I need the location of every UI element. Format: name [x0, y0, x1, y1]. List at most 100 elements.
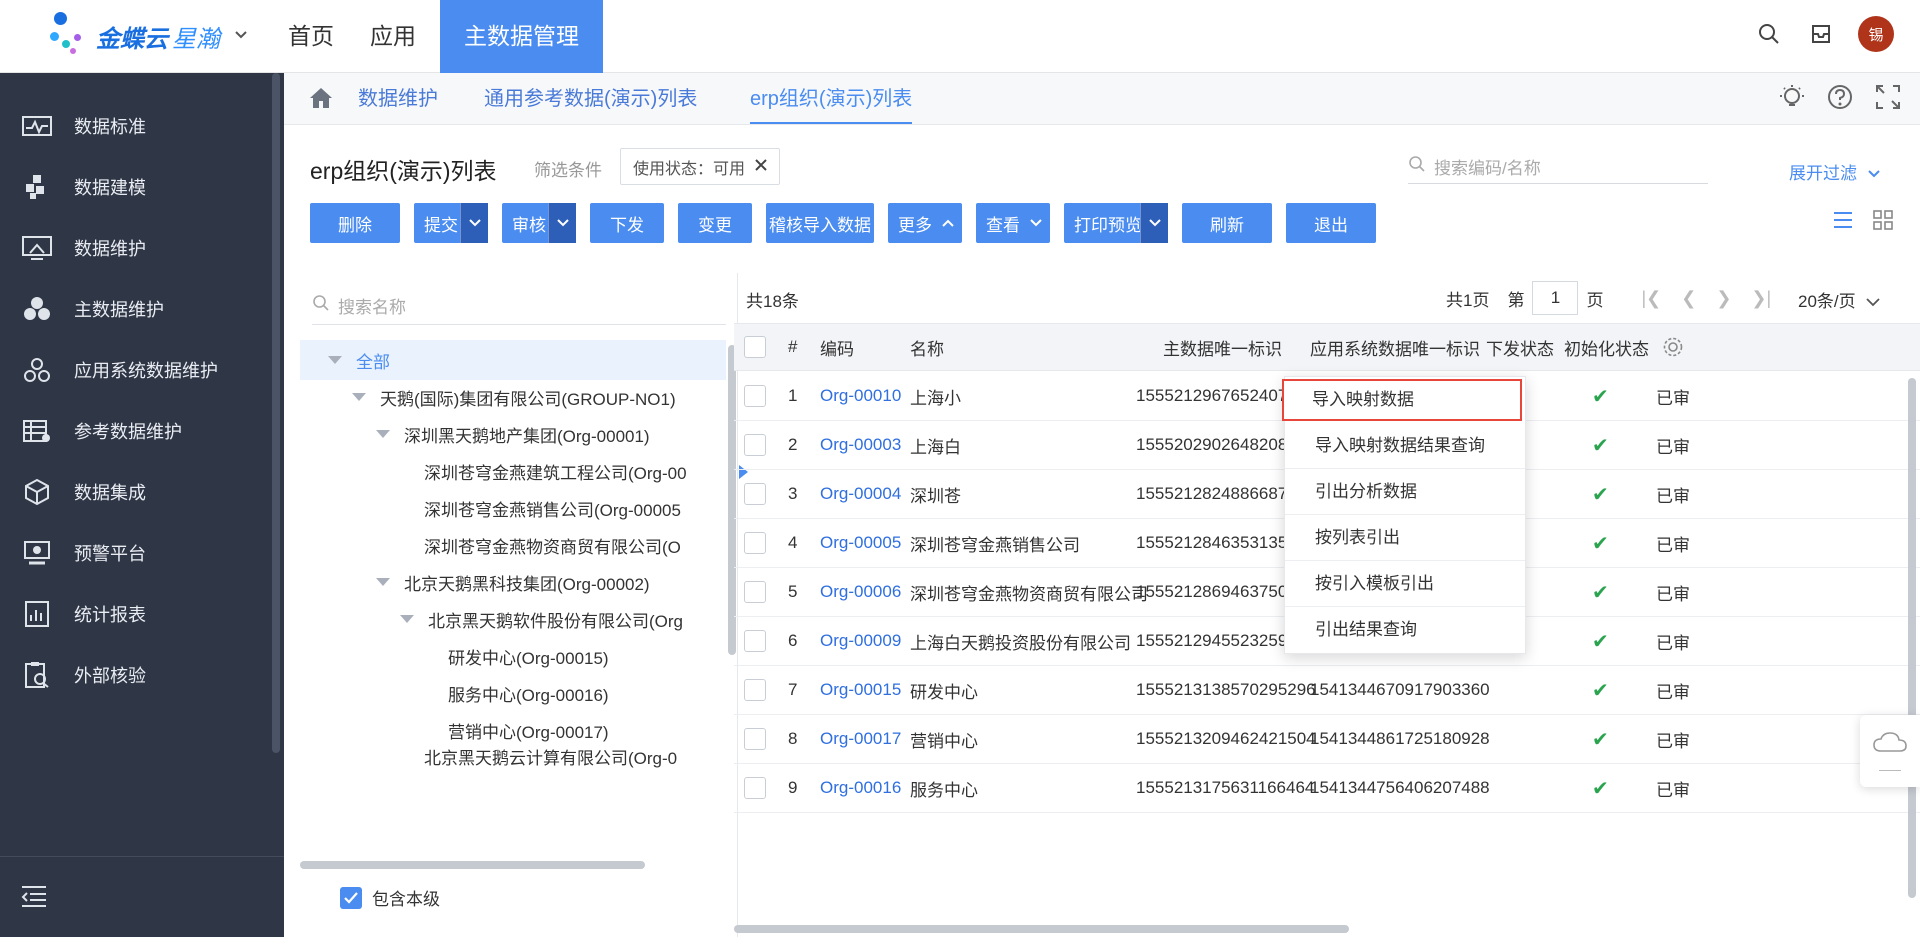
sidebar-item-data-standard[interactable]: 数据标准 [0, 106, 270, 146]
expand-triangle-icon[interactable] [376, 430, 390, 438]
tree-node[interactable]: 深圳黑天鹅地产集团(Org-00001) [300, 414, 726, 454]
page-number-input[interactable]: 1 [1532, 281, 1579, 315]
chevron-down-icon[interactable] [234, 27, 248, 45]
distribute-button[interactable]: 下发 [590, 203, 664, 243]
expand-triangle-icon[interactable] [352, 393, 366, 401]
sidebar-item-external-check[interactable]: 外部核验 [0, 655, 270, 695]
nav-home[interactable]: 首页 [270, 0, 352, 73]
sidebar-item-reports[interactable]: 统计报表 [0, 594, 270, 634]
row-code-link[interactable]: Org-00017 [820, 715, 901, 763]
fullscreen-icon[interactable] [1874, 83, 1902, 116]
menu-export-analysis[interactable]: 引出分析数据 [1285, 469, 1525, 515]
column-settings-icon[interactable] [1662, 324, 1684, 370]
col-init-status[interactable]: 初始化状态 [1564, 324, 1649, 370]
breadcrumb-data-maintenance[interactable]: 数据维护 [358, 73, 438, 125]
tree-node[interactable]: 服务中心(Org-00016) [300, 673, 726, 713]
tree-node[interactable]: 研发中心(Org-00015) [300, 636, 726, 676]
col-distribute-status[interactable]: 下发状态 [1486, 324, 1554, 370]
row-checkbox[interactable] [744, 372, 766, 420]
sidebar-item-alert-platform[interactable]: 预警平台 [0, 533, 270, 573]
row-code-link[interactable]: Org-00005 [820, 519, 901, 567]
last-page-icon[interactable]: ❯| [1751, 288, 1771, 309]
chevron-down-icon[interactable] [1022, 203, 1050, 243]
row-code-link[interactable]: Org-00016 [820, 764, 901, 812]
nav-apps[interactable]: 应用 [352, 0, 434, 73]
col-name[interactable]: 名称 [910, 324, 944, 370]
table-row[interactable]: 8 Org-00017 营销中心 1555213209462421504 154… [734, 715, 1920, 764]
tree-horizontal-scrollbar[interactable] [300, 861, 645, 869]
tree-node[interactable]: 深圳苍穹金燕销售公司(Org-00005 [300, 488, 726, 528]
row-checkbox[interactable] [744, 666, 766, 714]
row-code-link[interactable]: Org-00015 [820, 666, 901, 714]
refresh-button[interactable]: 刷新 [1182, 203, 1272, 243]
tree-node[interactable]: 深圳苍穹金燕物资商贸有限公司(O [300, 525, 726, 565]
first-page-icon[interactable]: |❮ [1641, 288, 1661, 309]
cloud-widget[interactable] [1860, 715, 1920, 787]
nav-master-data[interactable]: 主数据管理 [440, 0, 603, 73]
more-button[interactable]: 更多 [888, 203, 962, 243]
row-checkbox[interactable] [744, 421, 766, 469]
tree-node[interactable]: 北京天鹅黑科技集团(Org-00002) [300, 562, 726, 602]
tree-search-input[interactable]: 搜索名称 [312, 287, 726, 325]
sidebar-item-data-integration[interactable]: 数据集成 [0, 472, 270, 512]
table-row[interactable]: 7 Org-00015 研发中心 1555213138570295296 154… [734, 666, 1920, 715]
sidebar-item-data-maintenance[interactable]: 数据维护 [0, 228, 270, 268]
brand-logo[interactable]: 金蝶云 星瀚 [50, 12, 248, 60]
chevron-up-icon[interactable] [934, 203, 962, 243]
expand-triangle-icon[interactable] [376, 578, 390, 586]
home-icon[interactable] [308, 86, 334, 115]
breadcrumb-erp-org-list[interactable]: erp组织(演示)列表 [750, 73, 913, 124]
audit-button[interactable]: 审核 [502, 203, 576, 243]
select-all-checkbox[interactable] [744, 324, 766, 370]
inbox-icon[interactable] [1806, 19, 1836, 49]
submit-button[interactable]: 提交 [414, 203, 488, 243]
sidebar-item-app-data[interactable]: 应用系统数据维护 [0, 350, 270, 390]
grid-vertical-scrollbar[interactable] [1908, 378, 1916, 898]
tree-node[interactable]: 北京黑天鹅云计算有限公司(Org-0 [300, 747, 726, 769]
row-checkbox[interactable] [744, 617, 766, 665]
menu-import-mapping-data[interactable]: 导入映射数据 [1282, 379, 1522, 421]
help-icon[interactable] [1826, 83, 1854, 116]
close-icon[interactable] [755, 158, 767, 176]
lightbulb-icon[interactable] [1778, 83, 1806, 116]
tree-node[interactable]: 北京黑天鹅软件股份有限公司(Org [300, 599, 726, 639]
breadcrumb-reference-list[interactable]: 通用参考数据(演示)列表 [484, 73, 697, 125]
list-view-icon[interactable] [1832, 209, 1854, 236]
row-checkbox[interactable] [744, 519, 766, 567]
code-name-search-input[interactable]: 搜索编码/名称 [1408, 150, 1708, 184]
expand-filter-link[interactable]: 展开过滤 [1789, 159, 1880, 184]
menu-import-mapping-result[interactable]: 导入映射数据结果查询 [1285, 423, 1525, 469]
collapse-sidebar-icon[interactable] [20, 884, 48, 913]
menu-export-result-query[interactable]: 引出结果查询 [1285, 607, 1525, 653]
chevron-down-icon[interactable] [1140, 203, 1168, 243]
expand-triangle-icon[interactable] [400, 615, 414, 623]
expand-triangle-icon[interactable] [328, 356, 342, 364]
row-code-link[interactable]: Org-00003 [820, 421, 901, 469]
view-button[interactable]: 查看 [976, 203, 1050, 243]
menu-export-by-template[interactable]: 按引入模板引出 [1285, 561, 1525, 607]
sidebar-scrollbar[interactable] [272, 73, 280, 753]
include-self-checkbox[interactable]: 包含本级 [340, 885, 440, 910]
row-checkbox[interactable] [744, 568, 766, 616]
avatar[interactable]: 锡 [1858, 16, 1894, 52]
row-code-link[interactable]: Org-00006 [820, 568, 901, 616]
next-page-icon[interactable]: ❯ [1716, 288, 1731, 309]
row-code-link[interactable]: Org-00010 [820, 372, 901, 420]
row-checkbox[interactable] [744, 470, 766, 518]
col-app-data-id[interactable]: 应用系统数据唯一标识 [1310, 324, 1480, 370]
tree-node-all[interactable]: 全部 [300, 340, 726, 380]
row-checkbox[interactable] [744, 715, 766, 763]
grid-view-icon[interactable] [1872, 209, 1894, 236]
row-code-link[interactable]: Org-00004 [820, 470, 901, 518]
chevron-down-icon[interactable] [548, 203, 576, 243]
change-button[interactable]: 变更 [678, 203, 752, 243]
table-row[interactable]: 9 Org-00016 服务中心 1555213175631166464 154… [734, 764, 1920, 813]
tree-node[interactable]: 深圳苍穹金燕建筑工程公司(Org-00 [300, 451, 726, 491]
chevron-down-icon[interactable] [460, 203, 488, 243]
sidebar-item-data-modeling[interactable]: 数据建模 [0, 167, 270, 207]
page-size-select[interactable]: 20条/页 [1798, 287, 1881, 312]
col-master-data-id[interactable]: 主数据唯一标识 [1112, 324, 1282, 370]
col-code[interactable]: 编码 [820, 324, 854, 370]
filter-tag[interactable]: 使用状态：可用 [620, 148, 781, 185]
checkbox-checked-icon[interactable] [340, 886, 362, 909]
